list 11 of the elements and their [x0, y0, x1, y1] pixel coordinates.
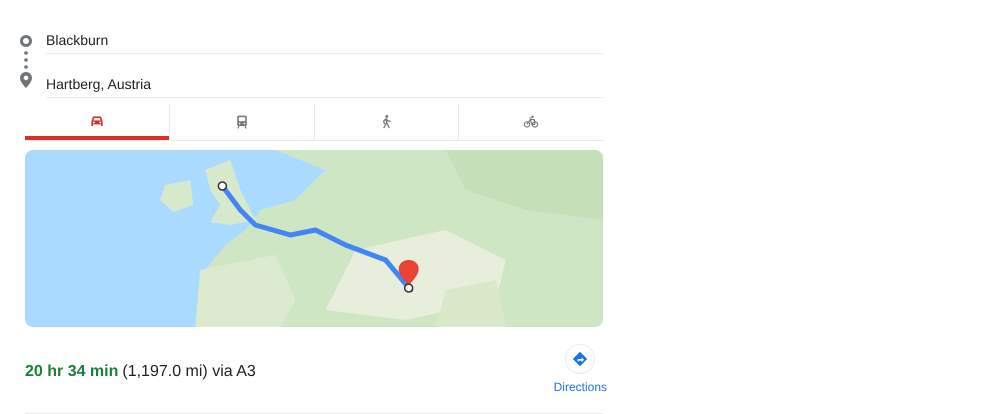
directions-button[interactable] — [565, 344, 596, 374]
pin-icon — [20, 72, 32, 88]
directions-link[interactable]: Directions — [554, 380, 607, 394]
origin-field[interactable]: Blackburn — [46, 28, 603, 54]
route-details: (1,197.0 mi) via A3 — [122, 363, 256, 380]
destination-field[interactable]: Hartberg, Austria — [46, 72, 603, 98]
origin-icon — [19, 34, 33, 48]
dots-icon — [24, 51, 28, 69]
directions-icon — [572, 351, 588, 367]
travel-time: 20 hr 34 min — [25, 363, 118, 380]
bicycle-icon — [523, 114, 540, 130]
